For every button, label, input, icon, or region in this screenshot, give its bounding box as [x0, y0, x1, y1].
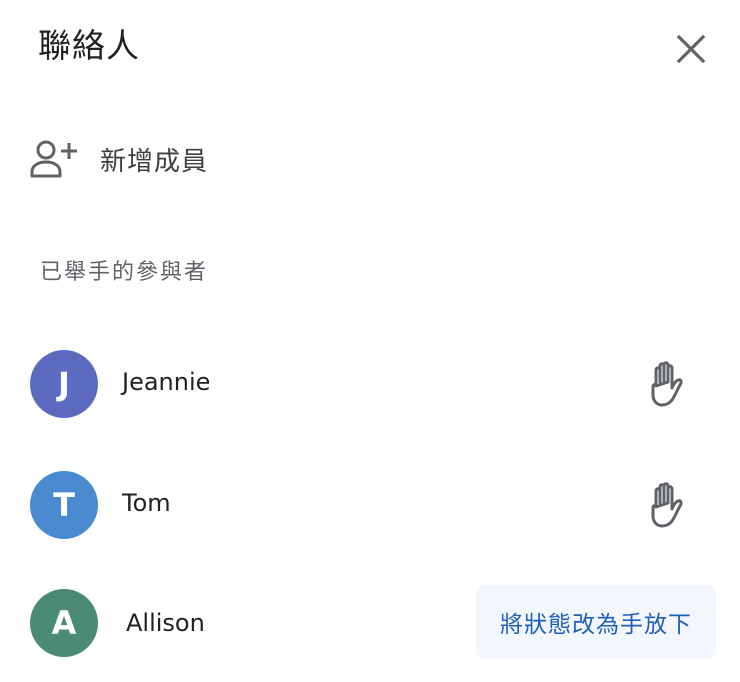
avatar: T	[30, 471, 98, 539]
lower-hand-button[interactable]: 將狀態改為手放下	[476, 585, 716, 659]
participant-name: Tom	[122, 489, 171, 517]
page-title: 聯絡人	[38, 26, 140, 65]
close-button[interactable]	[668, 26, 714, 72]
raised-hands-section-label: 已舉手的參與者	[40, 260, 209, 285]
participant-row: T Tom	[0, 455, 740, 555]
close-icon	[676, 34, 706, 64]
lower-hand-button[interactable]	[640, 479, 692, 531]
person-add-icon	[28, 137, 80, 181]
avatar: A	[30, 589, 98, 657]
lower-hand-button[interactable]	[640, 358, 692, 410]
raised-hand-icon	[651, 482, 683, 528]
contacts-panel: 聯絡人 新增成員 已舉手的參與者 J Jeannie T Tom A Allis…	[0, 0, 740, 682]
raised-hand-icon	[651, 361, 683, 407]
add-member-button[interactable]: 新增成員	[28, 128, 348, 190]
participant-name: Allison	[126, 609, 205, 637]
panel-header: 聯絡人	[0, 0, 740, 100]
avatar: J	[30, 350, 98, 418]
participant-row: J Jeannie	[0, 334, 740, 434]
add-member-label: 新增成員	[100, 146, 209, 177]
participant-name: Jeannie	[122, 368, 211, 396]
